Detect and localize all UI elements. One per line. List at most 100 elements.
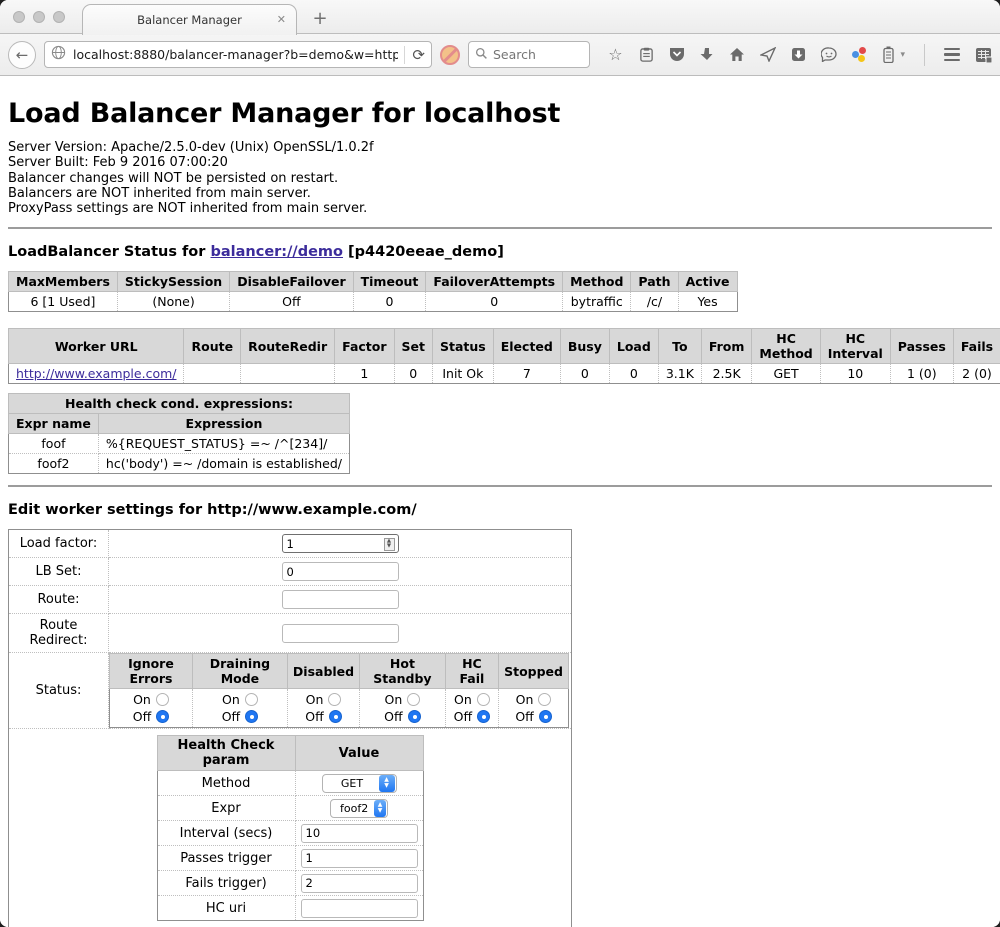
expr-select[interactable]: foof2 ▲▼ (330, 799, 388, 818)
ignore-errors-off-radio[interactable] (156, 710, 169, 723)
cell-fails: 2 (0) (953, 364, 1000, 384)
search-bar[interactable] (468, 41, 590, 68)
minimize-window-button[interactable] (33, 11, 45, 23)
disabled-on-radio[interactable] (328, 693, 341, 706)
hc-expressions-table: Health check cond. expressions: Expr nam… (8, 393, 350, 474)
ignore-errors-on-radio[interactable] (156, 693, 169, 706)
off-label: Off (515, 709, 533, 724)
balancer-status-table: MaxMembers StickySession DisableFailover… (8, 271, 738, 312)
worker-url-link[interactable]: http://www.example.com/ (16, 366, 176, 381)
dropdown-caret-icon[interactable]: ▾ (900, 50, 905, 60)
stopped-options: On Off (499, 689, 569, 728)
cell-factor: 1 (335, 364, 394, 384)
col-load: Load (609, 329, 658, 364)
colored-dots-extension-icon[interactable] (852, 47, 868, 63)
expr-selected-value: foof2 (340, 802, 374, 815)
bookmark-star-icon[interactable]: ☆ (606, 47, 624, 63)
stopped-off-radio[interactable] (539, 710, 552, 723)
hc-uri-row: HC uri (157, 896, 423, 921)
on-label: On (385, 692, 403, 707)
zoom-window-button[interactable] (53, 11, 65, 23)
search-input[interactable] (493, 47, 583, 62)
send-icon[interactable] (760, 47, 776, 62)
home-icon[interactable] (729, 47, 745, 62)
col-draining-mode: Draining Mode (192, 654, 287, 689)
cell-expr-name: foof2 (9, 454, 99, 474)
pocket-icon[interactable] (669, 47, 685, 62)
cell-set: 0 (394, 364, 432, 384)
passes-input[interactable] (301, 849, 418, 868)
draining-mode-on-radio[interactable] (245, 693, 258, 706)
load-factor-input[interactable] (282, 534, 399, 553)
route-redirect-input[interactable] (282, 624, 399, 643)
col-disabled: Disabled (287, 654, 359, 689)
lb-set-input[interactable] (282, 562, 399, 581)
tab-close-icon[interactable]: ✕ (277, 13, 286, 26)
col-hc-fail: HC Fail (445, 654, 498, 689)
interval-row: Interval (secs) (157, 821, 423, 846)
server-info: Server Version: Apache/2.5.0-dev (Unix) … (8, 140, 992, 216)
new-tab-button[interactable]: + (308, 8, 332, 29)
downloads-icon[interactable] (700, 47, 714, 62)
reload-icon[interactable]: ⟳ (404, 46, 425, 64)
worker-table: Worker URL Route RouteRedir Factor Set S… (8, 328, 1000, 384)
url-text[interactable]: localhost:8880/balancer-manager?b=demo&w… (73, 47, 398, 62)
cell-hc-method: GET (752, 364, 820, 384)
cell-from: 2.5K (701, 364, 752, 384)
ignore-errors-options: On Off (110, 689, 193, 728)
close-window-button[interactable] (13, 11, 25, 23)
hc-fail-off-radio[interactable] (477, 710, 490, 723)
fails-input[interactable] (301, 874, 418, 893)
col-elected: Elected (493, 329, 560, 364)
col-busy: Busy (560, 329, 609, 364)
persist-note-line: Balancer changes will NOT be persisted o… (8, 171, 992, 186)
draining-mode-off-radio[interactable] (245, 710, 258, 723)
hc-uri-input[interactable] (301, 899, 418, 918)
hot-standby-on-radio[interactable] (407, 693, 420, 706)
off-label: Off (454, 709, 472, 724)
traffic-lights (13, 11, 65, 23)
method-selected-value: GET (332, 777, 379, 790)
page-content: Load Balancer Manager for localhost Serv… (0, 76, 1000, 927)
cell-elected: 7 (493, 364, 560, 384)
interval-label: Interval (secs) (157, 821, 295, 846)
off-label: Off (222, 709, 240, 724)
cell-status: Init Ok (433, 364, 494, 384)
route-redirect-row: Route Redirect: (9, 614, 572, 653)
expr-label: Expr (157, 796, 295, 821)
browser-window: Balancer Manager ✕ + ← localhost:8880/ba… (0, 0, 1000, 927)
route-input[interactable] (282, 590, 399, 609)
menu-icon[interactable] (944, 48, 960, 62)
reading-list-icon[interactable] (639, 47, 654, 63)
route-row: Route: (9, 586, 572, 614)
hot-standby-off-radio[interactable] (408, 710, 421, 723)
spinner-icon[interactable]: ▲▼ (384, 538, 395, 551)
cell-passes: 1 (0) (890, 364, 953, 384)
method-select[interactable]: GET ▲▼ (322, 774, 397, 793)
feedback-smiley-icon[interactable] (821, 47, 837, 62)
status-heading-suffix: [p4420eeae_demo] (343, 244, 504, 260)
grid-extension-icon[interactable] (975, 47, 992, 63)
cell-path: /c/ (631, 292, 678, 312)
battery-extension-icon[interactable] (883, 46, 894, 63)
interval-input[interactable] (301, 824, 418, 843)
url-bar[interactable]: localhost:8880/balancer-manager?b=demo&w… (44, 41, 432, 68)
stopped-on-radio[interactable] (538, 693, 551, 706)
save-page-icon[interactable] (791, 47, 806, 62)
status-heading-prefix: LoadBalancer Status for (8, 244, 210, 260)
toolbar-separator (924, 44, 925, 66)
server-built-line: Server Built: Feb 9 2016 07:00:20 (8, 155, 992, 170)
tab-title: Balancer Manager (137, 13, 242, 27)
back-button[interactable]: ← (8, 41, 36, 69)
hc-fail-on-radio[interactable] (477, 693, 490, 706)
adblock-icon[interactable] (440, 45, 460, 65)
load-factor-row: Load factor: ▲▼ (9, 530, 572, 558)
worker-row: http://www.example.com/ 1 0 Init Ok 7 0 … (9, 364, 1000, 384)
expr-row: Expr foof2 ▲▼ (157, 796, 423, 821)
col-disablefailover: DisableFailover (230, 272, 353, 292)
disabled-off-radio[interactable] (329, 710, 342, 723)
tab-balancer-manager[interactable]: Balancer Manager ✕ (82, 4, 297, 35)
on-label: On (516, 692, 534, 707)
select-stepper-icon: ▲▼ (374, 800, 386, 817)
balancer-demo-link[interactable]: balancer://demo (210, 244, 343, 260)
